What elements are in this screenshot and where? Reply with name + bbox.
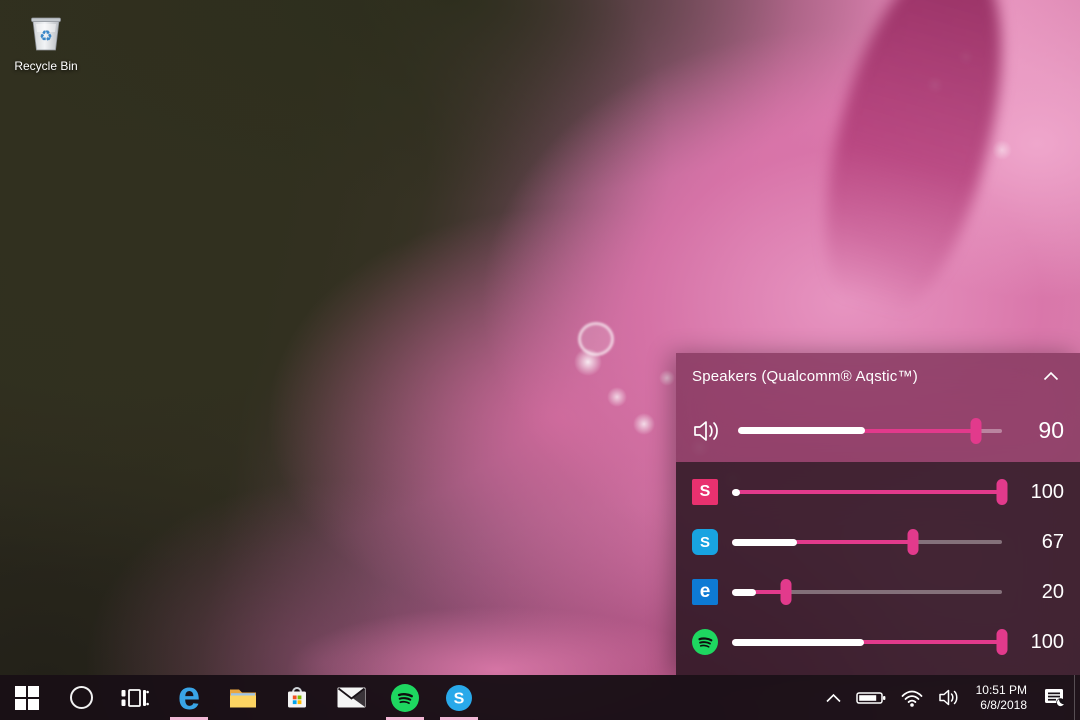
clock-date: 6/8/2018 <box>976 698 1027 713</box>
taskbar: e <box>0 675 1080 720</box>
slider-thumb[interactable] <box>997 479 1008 505</box>
desktop-screen: ♻ Recycle Bin Speakers (Qualcomm® Aqstic… <box>0 0 1080 720</box>
action-center-icon <box>1042 685 1067 710</box>
spotify-volume-slider[interactable] <box>732 627 1002 657</box>
network-button[interactable] <box>893 675 931 720</box>
spotify-volume-value: 100 <box>1018 631 1064 654</box>
clock-time: 10:51 PM <box>976 683 1027 698</box>
slider-thumb[interactable] <box>970 418 981 444</box>
battery-icon <box>856 690 886 706</box>
speaker-icon <box>938 688 963 707</box>
system-tray: 10:51 PM 6/8/2018 <box>818 675 1080 720</box>
app-s-volume-slider[interactable] <box>732 477 1002 507</box>
edge-letter: e <box>700 581 711 603</box>
clock[interactable]: 10:51 PM 6/8/2018 <box>970 683 1035 713</box>
show-desktop-button[interactable] <box>1074 675 1080 720</box>
master-volume-value: 90 <box>1018 417 1064 444</box>
slider-peak-meter <box>732 489 740 496</box>
app-s-tile-icon[interactable]: S <box>692 479 718 505</box>
edge-taskbar-button[interactable]: e <box>162 675 216 720</box>
skype-taskbar-button[interactable]: S <box>432 675 486 720</box>
recycle-bin-label: Recycle Bin <box>6 59 86 73</box>
edge-icon: e <box>178 681 200 711</box>
svg-text:♻: ♻ <box>39 27 52 45</box>
chevron-up-icon <box>1043 371 1059 381</box>
skype-volume-slider[interactable] <box>732 527 1002 557</box>
hidden-icons-button[interactable] <box>818 675 849 720</box>
edge-volume-value: 20 <box>1018 581 1064 604</box>
app-volume-row-spotify: 100 <box>676 617 1080 667</box>
slider-peak-meter <box>738 427 865 434</box>
app-s-letter: S <box>700 483 711 501</box>
recycle-bin-shortcut[interactable]: ♻ Recycle Bin <box>6 8 86 73</box>
app-volume-row-edge: e 20 <box>676 567 1080 617</box>
cortana-ring-icon <box>70 686 93 709</box>
audio-device-name[interactable]: Speakers (Qualcomm® Aqstic™) <box>692 368 918 385</box>
slider-thumb[interactable] <box>997 629 1008 655</box>
recycle-bin-icon: ♻ <box>22 8 70 56</box>
file-explorer-button[interactable] <box>216 675 270 720</box>
wifi-icon <box>900 689 924 707</box>
mail-envelope-icon <box>337 687 366 708</box>
mail-button[interactable] <box>324 675 378 720</box>
speaker-icon[interactable] <box>692 418 724 444</box>
store-bag-icon <box>284 684 310 711</box>
windows-logo-icon <box>15 686 39 710</box>
skype-icon[interactable]: S <box>692 529 718 555</box>
cortana-button[interactable] <box>54 675 108 720</box>
app-volume-row-s: S 100 <box>676 467 1080 517</box>
master-volume-slider[interactable] <box>738 416 1002 446</box>
svg-text:S: S <box>454 690 465 707</box>
slider-thumb[interactable] <box>907 529 918 555</box>
skype-volume-value: 67 <box>1018 531 1064 554</box>
volume-mixer-flyout: Speakers (Qualcomm® Aqstic™) <box>676 353 1080 675</box>
action-center-button[interactable] <box>1035 675 1074 720</box>
app-volumes-section: S 100 S <box>676 462 1080 675</box>
edge-volume-slider[interactable] <box>732 577 1002 607</box>
slider-fill <box>732 490 1002 494</box>
skype-icon: S <box>445 684 473 712</box>
folder-icon <box>228 686 258 710</box>
water-droplet-decoration <box>578 322 614 356</box>
chevron-up-icon <box>825 693 842 703</box>
slider-peak-meter <box>732 639 864 646</box>
volume-tray-button[interactable] <box>931 675 970 720</box>
slider-peak-meter <box>732 539 797 546</box>
master-volume-row: 90 <box>676 399 1080 462</box>
spotify-taskbar-button[interactable] <box>378 675 432 720</box>
spotify-icon[interactable] <box>692 629 718 655</box>
slider-thumb[interactable] <box>781 579 792 605</box>
app-volume-row-skype: S 67 <box>676 517 1080 567</box>
slider-peak-meter <box>732 589 756 596</box>
battery-button[interactable] <box>849 675 893 720</box>
collapse-flyout-button[interactable] <box>1038 363 1064 389</box>
edge-icon[interactable]: e <box>692 579 718 605</box>
skype-letter: S <box>700 534 710 551</box>
spotify-icon <box>391 684 419 712</box>
volume-device-section: Speakers (Qualcomm® Aqstic™) <box>676 353 1080 462</box>
start-button[interactable] <box>0 675 54 720</box>
task-view-icon <box>121 685 149 711</box>
task-view-button[interactable] <box>108 675 162 720</box>
app-s-volume-value: 100 <box>1018 481 1064 504</box>
store-button[interactable] <box>270 675 324 720</box>
